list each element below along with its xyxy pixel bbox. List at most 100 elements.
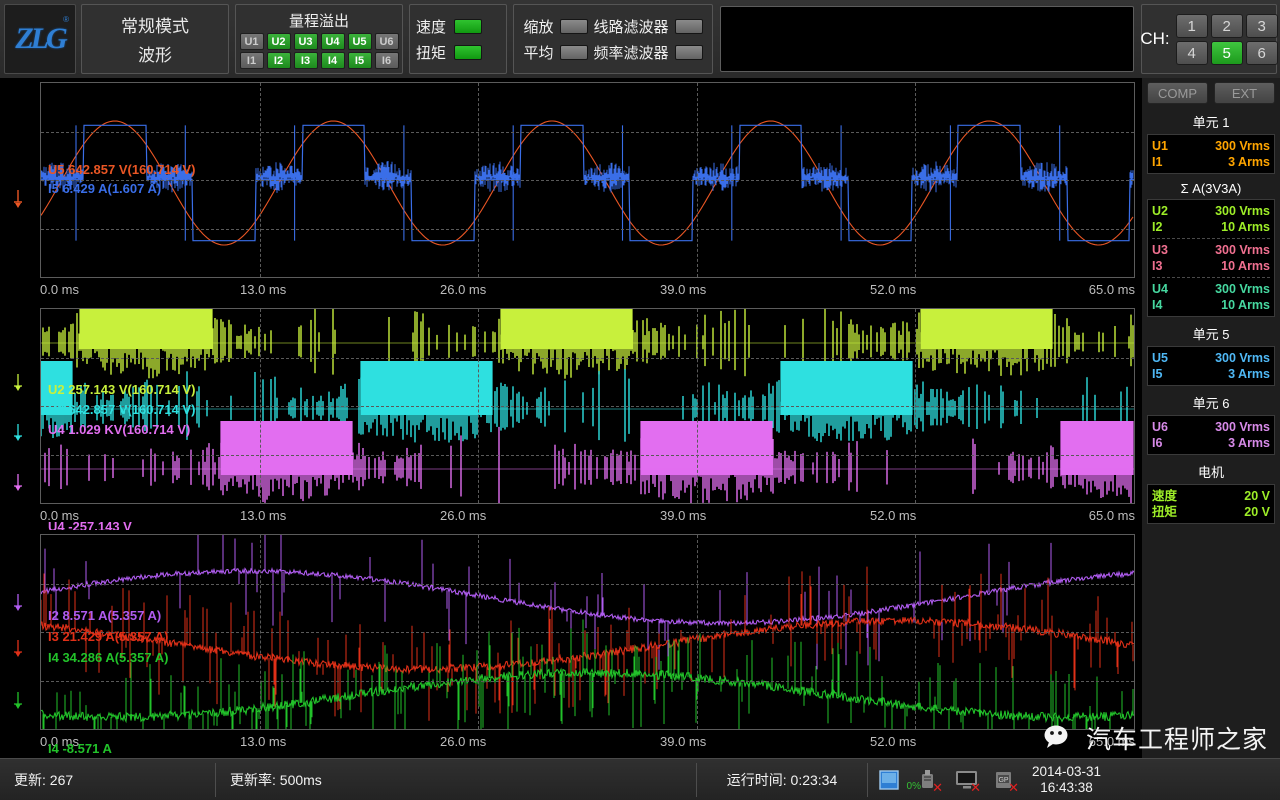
sidebar-row-U3: U3300 Vrms xyxy=(1152,242,1270,258)
freq-filter-led[interactable] xyxy=(675,45,703,60)
usb-disabled-cross: ✕ xyxy=(932,783,943,793)
status-icon-tray: 0% ✕ ✕ GP ✕ xyxy=(868,768,1028,792)
motor-speed-led xyxy=(454,19,482,34)
current-chip-i2: I2 xyxy=(267,52,291,69)
panel-2-marker-u2[interactable] xyxy=(14,372,36,394)
sidebar-groups: 单元 1U1300 VrmsI13 ArmsΣ A(3V3A)U2300 Vrm… xyxy=(1147,110,1275,529)
zoom-led[interactable] xyxy=(560,19,588,34)
current-chip-i5: I5 xyxy=(348,52,372,69)
status-bar: 更新: 267 更新率: 500ms 运行时间: 0:23:34 0% ✕ ✕ … xyxy=(0,758,1280,800)
sidebar-row-name: I2 xyxy=(1152,219,1162,235)
sidebar-group-2: 单元 5U5300 VrmsI53 Arms xyxy=(1147,322,1275,386)
voltage-chip-u3: U3 xyxy=(294,33,318,50)
panel-2-plot[interactable] xyxy=(40,308,1135,504)
panel-2-tick-5: 65.0 ms xyxy=(1089,508,1135,523)
right-sidebar: COMP EXT 单元 1U1300 VrmsI13 ArmsΣ A(3V3A)… xyxy=(1142,78,1280,758)
message-display-area xyxy=(720,6,1134,72)
gpib-disabled-icon[interactable]: GP ✕ xyxy=(992,768,1018,792)
sidebar-row-I4: I410 Arms xyxy=(1152,297,1270,313)
sidebar-group-panel-3: U6300 VrmsI63 Arms xyxy=(1147,415,1275,455)
update-count: 更新: 267 xyxy=(0,759,215,800)
panel-1-plot[interactable] xyxy=(40,82,1135,278)
logo-registered-mark: ® xyxy=(63,15,69,24)
average-label: 平均 xyxy=(523,42,553,63)
disk-icon[interactable]: 0% xyxy=(878,768,904,792)
sidebar-group-panel-1: U2300 VrmsI210 ArmsU3300 VrmsI310 ArmsU4… xyxy=(1147,199,1275,317)
channel-selector: CH: 123456 xyxy=(1141,4,1277,74)
sidebar-row-name: U1 xyxy=(1152,138,1168,154)
sidebar-row-name: I6 xyxy=(1152,435,1162,451)
panel-2-time-axis: 0.0 ms 13.0 ms 26.0 ms 39.0 ms 52.0 ms 6… xyxy=(40,508,1135,526)
sidebar-group-title-0: 单元 1 xyxy=(1147,110,1275,134)
sidebar-group-title-1: Σ A(3V3A) xyxy=(1147,179,1275,199)
current-chip-i4: I4 xyxy=(321,52,345,69)
motor-torque-led xyxy=(454,45,482,60)
watermark-text: 汽车工程师之家 xyxy=(1086,720,1268,756)
sidebar-group-title-4: 电机 xyxy=(1147,460,1275,484)
sidebar-group-3: 单元 6U6300 VrmsI63 Arms xyxy=(1147,391,1275,455)
time-text: 16:43:38 xyxy=(1032,780,1101,796)
sidebar-row-U4: U4300 Vrms xyxy=(1152,281,1270,297)
channel-button-2[interactable]: 2 xyxy=(1211,14,1243,38)
current-chip-i6: I6 xyxy=(375,52,399,69)
options-row-2: 平均 频率滤波器 xyxy=(523,42,702,63)
sidebar-row-name: U4 xyxy=(1152,281,1168,297)
sidebar-row-value: 10 Arms xyxy=(1221,219,1270,235)
sidebar-row-name: U2 xyxy=(1152,203,1168,219)
panel-3-tick-4: 52.0 ms xyxy=(870,734,916,749)
panel-3-tick-1: 13.0 ms xyxy=(240,734,286,749)
freq-filter-label: 频率滤波器 xyxy=(594,42,669,63)
sidebar-row-name: I3 xyxy=(1152,258,1162,274)
gpib-disabled-cross: ✕ xyxy=(1008,783,1019,793)
panel-3-marker-i2[interactable] xyxy=(14,592,36,614)
sidebar-group-title-3: 单元 6 xyxy=(1147,391,1275,415)
channel-button-grid: 123 456 xyxy=(1176,14,1278,65)
sidebar-row-name: 速度 xyxy=(1152,488,1177,504)
sidebar-group-0: 单元 1U1300 VrmsI13 Arms xyxy=(1147,110,1275,174)
panel-2-tick-3: 39.0 ms xyxy=(660,508,706,523)
panel-2-marker-u4[interactable] xyxy=(14,472,36,494)
gridline-horizontal xyxy=(41,132,1134,133)
waveform-area: 0.0 ms 13.0 ms 26.0 ms 39.0 ms 52.0 ms 6… xyxy=(0,78,1142,758)
panel-2-top-label-0: U2 257.143 V(160.714 V) xyxy=(48,382,195,397)
panel-1-trigger-marker[interactable] xyxy=(14,188,36,210)
panel-3-plot[interactable] xyxy=(40,534,1135,730)
ext-button[interactable]: EXT xyxy=(1214,82,1275,104)
sidebar-row-value: 300 Vrms xyxy=(1215,138,1270,154)
gridline-horizontal xyxy=(41,681,1134,682)
panel-3-top-label-0: I2 8.571 A(5.357 A) xyxy=(48,608,161,623)
channel-button-4[interactable]: 4 xyxy=(1176,41,1208,65)
line-filter-led[interactable] xyxy=(675,19,703,34)
panel-2: 0.0 ms 13.0 ms 26.0 ms 39.0 ms 52.0 ms 6… xyxy=(0,304,1142,510)
panel-3-marker-i4[interactable] xyxy=(14,690,36,712)
channel-button-3[interactable]: 3 xyxy=(1246,14,1278,38)
sidebar-row-value: 10 Arms xyxy=(1221,297,1270,313)
gridline-horizontal xyxy=(41,229,1134,230)
sidebar-row-I5: I53 Arms xyxy=(1152,366,1270,382)
mode-display[interactable]: 常规模式 波形 xyxy=(81,4,229,74)
voltage-chip-u6: U6 xyxy=(375,33,399,50)
panel-1-time-axis: 0.0 ms 13.0 ms 26.0 ms 39.0 ms 52.0 ms 6… xyxy=(40,282,1135,300)
channel-button-5[interactable]: 5 xyxy=(1211,41,1243,65)
sidebar-row-name: U3 xyxy=(1152,242,1168,258)
wechat-icon xyxy=(1044,724,1078,752)
panel-2-tick-4: 52.0 ms xyxy=(870,508,916,523)
sidebar-row-U1: U1 300 Vrms xyxy=(1152,138,1270,154)
usb-disabled-icon[interactable]: ✕ xyxy=(916,768,942,792)
panel-1-tick-3: 39.0 ms xyxy=(660,282,706,297)
channel-button-1[interactable]: 1 xyxy=(1176,14,1208,38)
average-led[interactable] xyxy=(560,45,588,60)
channel-button-6[interactable]: 6 xyxy=(1246,41,1278,65)
panel-3-marker-i3[interactable] xyxy=(14,638,36,660)
voltage-chip-u4: U4 xyxy=(321,33,345,50)
panel-3-top-label-1: I3 21.429 A(5.357 A) xyxy=(48,629,168,644)
panel-2-marker-u3[interactable] xyxy=(14,422,36,444)
motor-torque-label: 扭矩 xyxy=(416,42,446,63)
sidebar-row-U2: U2 300 Vrms xyxy=(1152,203,1270,219)
sidebar-row-value: 300 Vrms xyxy=(1215,350,1270,366)
sidebar-row-value: 300 Vrms xyxy=(1215,203,1270,219)
current-chip-i1: I1 xyxy=(240,52,264,69)
comp-button[interactable]: COMP xyxy=(1147,82,1208,104)
panel-1-tick-1: 13.0 ms xyxy=(240,282,286,297)
monitor-disabled-icon[interactable]: ✕ xyxy=(954,768,980,792)
